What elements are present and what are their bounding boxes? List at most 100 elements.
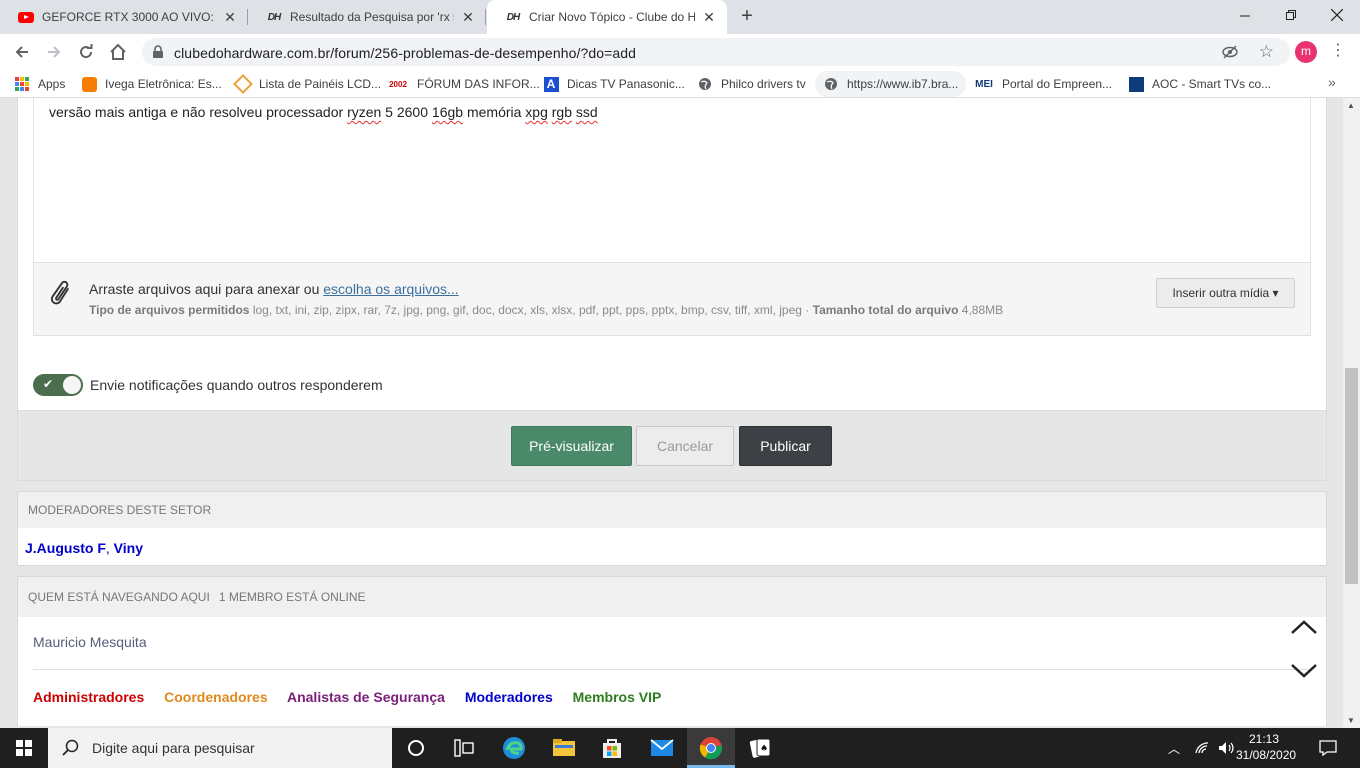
bookmark-ib7[interactable]: https://www.ib7.bra... (815, 71, 967, 97)
home-button[interactable] (106, 40, 130, 64)
windows-taskbar: Digite aqui para pesquisar ♠ ︿ 21:13 31/… (0, 728, 1360, 768)
tab-search-results[interactable]: DH Resultado da Pesquisa por 'rx 550 ✕ (248, 0, 486, 34)
volume-icon[interactable] (1218, 741, 1236, 755)
eye-slash-icon[interactable] (1222, 44, 1238, 60)
reload-icon (80, 44, 93, 59)
edge-icon (503, 737, 525, 759)
solitaire-button[interactable]: ♠ (736, 728, 784, 768)
minimize-icon (1239, 15, 1250, 16)
editor-text: versão mais antiga e não resolveu proces… (49, 104, 598, 120)
group-legend: Administradores Coordenadores Analistas … (33, 689, 677, 705)
clock-time: 21:13 (1248, 732, 1280, 746)
restore-button[interactable] (1268, 0, 1314, 30)
clube-do-hardware-icon: DH (506, 11, 520, 23)
bookmark-label: Portal do Empreen... (1002, 77, 1113, 91)
scroll-up-icon[interactable]: ▲ (1347, 101, 1355, 110)
legend-administradores: Administradores (33, 689, 145, 705)
wifi-icon[interactable] (1194, 741, 1210, 755)
bookmark-portal-empreendedor[interactable]: MEI Portal do Empreen... (974, 70, 1112, 98)
start-button[interactable] (0, 728, 48, 768)
close-tab-icon[interactable]: ✕ (701, 9, 717, 25)
attachment-prompt: Arraste arquivos aqui para anexar ou esc… (89, 281, 459, 297)
bookmark-label: Dicas TV Panasonic... (567, 77, 685, 91)
bookmark-panasonic[interactable]: A Dicas TV Panasonic... (543, 70, 685, 98)
notifications-button[interactable] (1306, 728, 1350, 768)
bookmarks-bar: Apps Ivega Eletrônica: Es... Lista de Pa… (0, 70, 1360, 98)
close-tab-icon[interactable]: ✕ (222, 9, 238, 25)
attachment-dropzone[interactable]: Arraste arquivos aqui para anexar ou esc… (33, 262, 1311, 336)
more-bookmarks-icon[interactable]: » (1328, 74, 1336, 90)
moderators-box: MODERADORES DESTE SETOR J.Augusto F, Vin… (17, 491, 1327, 566)
profile-avatar[interactable]: m (1295, 41, 1317, 63)
reload-button[interactable] (74, 40, 98, 64)
minimize-button[interactable] (1222, 0, 1268, 30)
mail-button[interactable] (638, 728, 686, 768)
close-tab-icon[interactable]: ✕ (460, 9, 476, 25)
close-icon (1331, 9, 1343, 21)
preview-button[interactable]: Pré-visualizar (511, 426, 632, 466)
bookmark-forum-informatica[interactable]: 2002 FÓRUM DAS INFOR... (387, 70, 540, 98)
clube-do-hardware-icon: DH (267, 11, 281, 23)
form-actions: Pré-visualizar Cancelar Publicar (18, 410, 1326, 480)
legend-moderadores: Moderadores (464, 689, 553, 705)
scroll-down-icon[interactable]: ▼ (1347, 716, 1355, 725)
cancel-button[interactable]: Cancelar (636, 426, 734, 466)
chevron-down-icon[interactable] (1290, 663, 1318, 679)
lock-icon (153, 45, 163, 58)
taskbar-search[interactable]: Digite aqui para pesquisar (48, 728, 392, 768)
notify-toggle[interactable]: ✔ (33, 374, 83, 396)
post-editor[interactable]: versão mais antiga e não resolveu proces… (33, 98, 1311, 262)
forum-2002-icon: 2002 (389, 79, 407, 89)
bookmark-label: Philco drivers tv (721, 77, 806, 91)
home-icon (110, 43, 126, 60)
taskbar-clock[interactable]: 21:13 31/08/2020 (1236, 731, 1296, 763)
close-window-button[interactable] (1314, 0, 1360, 30)
insert-other-media-button[interactable]: Inserir outra mídia ▾ (1156, 278, 1295, 308)
apps-grid-icon (14, 76, 30, 92)
moderator-link[interactable]: Viny (114, 540, 143, 556)
publish-button[interactable]: Publicar (739, 426, 832, 466)
page-scrollbar[interactable]: ▲ ▼ (1343, 98, 1360, 728)
restore-icon (1285, 9, 1296, 20)
store-button[interactable] (588, 728, 636, 768)
bookmark-apps[interactable]: Apps (14, 70, 65, 98)
back-button[interactable] (10, 40, 34, 64)
bookmark-philco[interactable]: Philco drivers tv (697, 70, 806, 98)
blogger-icon (81, 76, 97, 92)
scrollbar-thumb[interactable] (1345, 368, 1358, 584)
tab-title: Criar Novo Tópico - Clube do Ha (529, 10, 695, 24)
tab-create-topic[interactable]: DH Criar Novo Tópico - Clube do Ha ✕ (487, 0, 727, 34)
task-view-icon (454, 739, 474, 757)
store-bag-icon (603, 739, 621, 758)
choose-files-link[interactable]: escolha os arquivos... (323, 281, 458, 297)
bookmark-lcd-panels[interactable]: Lista de Painéis LCD... (233, 70, 381, 98)
arrow-right-icon (48, 46, 61, 58)
task-view-button[interactable] (440, 728, 488, 768)
tray-chevron-up-icon[interactable]: ︿ (1168, 740, 1180, 757)
bookmark-aoc[interactable]: AOC - Smart TVs co... (1128, 70, 1271, 98)
tab-title: Resultado da Pesquisa por 'rx 550 (290, 10, 454, 24)
chrome-taskbar-button[interactable] (687, 728, 735, 768)
address-bar[interactable]: clubedohardware.com.br/forum/256-problem… (142, 38, 1290, 66)
chevron-up-icon[interactable] (1290, 619, 1318, 635)
file-explorer-button[interactable] (540, 728, 588, 768)
browser-menu-icon[interactable]: ⋮ (1330, 40, 1346, 64)
forward-button[interactable] (42, 40, 66, 64)
bookmark-label: Apps (38, 77, 66, 91)
search-icon (62, 739, 79, 756)
bookmark-star-icon[interactable]: ☆ (1259, 42, 1274, 62)
edge-button[interactable] (490, 728, 538, 768)
moderator-link[interactable]: J.Augusto F (25, 540, 106, 556)
dicas-a-icon: A (543, 76, 559, 92)
cortana-button[interactable] (392, 728, 440, 768)
legend-coordenadores: Coordenadores (164, 689, 268, 705)
new-tab-button[interactable]: + (736, 6, 758, 28)
notify-row: ✔ Envie notificações quando outros respo… (33, 374, 383, 396)
tab-title: GEFORCE RTX 3000 AO VIVO: vej (42, 10, 216, 24)
svg-text:♠: ♠ (760, 744, 768, 754)
tab-youtube[interactable]: GEFORCE RTX 3000 AO VIVO: vej ✕ (0, 0, 248, 34)
bookmark-ivega[interactable]: Ivega Eletrônica: Es... (81, 70, 222, 98)
windows-logo-icon (16, 740, 32, 756)
globe-icon (823, 76, 839, 92)
online-member-link[interactable]: Mauricio Mesquita (33, 634, 147, 650)
